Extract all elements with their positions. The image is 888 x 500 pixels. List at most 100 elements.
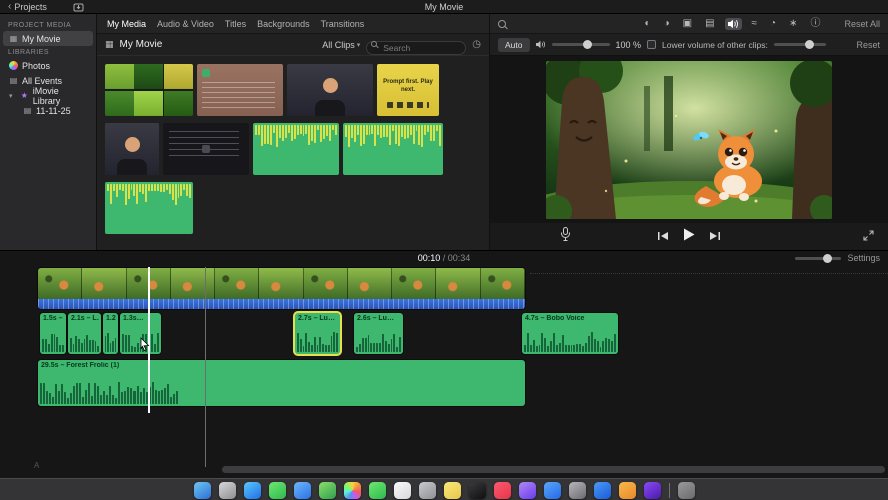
color-balance-icon[interactable]: ◐: [642, 18, 654, 30]
next-frame-button[interactable]: [709, 228, 721, 246]
media-tabs: My Media Audio & Video Titles Backgrounds Tr…: [97, 14, 489, 34]
volume-icon[interactable]: [724, 17, 742, 30]
filmstrip: [38, 268, 525, 299]
dock-calendar-icon[interactable]: [393, 481, 411, 499]
volume-value: 100 %: [615, 39, 642, 50]
tab-transitions[interactable]: Transitions: [321, 19, 365, 29]
dock-photos-icon[interactable]: [343, 481, 361, 499]
media-grid: Prompt first. Play next.: [97, 56, 489, 250]
video-clip[interactable]: [38, 268, 525, 309]
clip-filter-icon[interactable]: ∗: [786, 18, 800, 30]
dock-messages-icon[interactable]: [268, 481, 286, 499]
media-thumb-person[interactable]: [105, 123, 159, 175]
transport-controls: [490, 223, 888, 250]
audio-clip-label: 2.7s – Lu…: [298, 315, 335, 322]
dock-maps-icon[interactable]: [318, 481, 336, 499]
dock-tv-icon[interactable]: [468, 481, 486, 499]
back-to-projects-button[interactable]: ‹ Projects: [8, 1, 47, 12]
dock-keynote-icon[interactable]: [593, 481, 611, 499]
lower-volume-slider[interactable]: [773, 40, 826, 49]
media-thumb-audio[interactable]: [105, 182, 193, 234]
tab-backgrounds[interactable]: Backgrounds: [257, 19, 310, 29]
media-thumb-person[interactable]: [287, 64, 373, 116]
color-correction-icon[interactable]: ◑: [661, 18, 673, 30]
audio-clip[interactable]: 1.5s –: [40, 313, 66, 354]
dock-contacts-icon[interactable]: [418, 481, 436, 499]
dock-launchpad-icon[interactable]: [218, 481, 236, 499]
media-thumb-terminal[interactable]: [163, 123, 249, 175]
lower-volume-checkbox[interactable]: [647, 40, 657, 49]
sidebar-item-my-movie[interactable]: ▦ My Movie: [3, 31, 93, 46]
dock-facetime-icon[interactable]: [368, 481, 386, 499]
media-thumb-promo[interactable]: Prompt first. Play next.: [377, 64, 439, 116]
audio-clip[interactable]: 2.1s – L…: [68, 313, 101, 354]
disclosure-chevron-icon[interactable]: ▾: [9, 92, 16, 100]
sidebar-item-imovie-library[interactable]: ▾ ★ iMovie Library: [3, 85, 93, 106]
audio-clip[interactable]: 2.7s – Lu…: [295, 313, 340, 354]
adjust-toolbar: ◐ ◑ ▣ ▤ ≈ ◔ ∗ ⓘ Reset All: [490, 14, 888, 34]
back-label: Projects: [14, 1, 47, 12]
grid-view-icon[interactable]: ▦: [105, 39, 114, 50]
tab-my-media[interactable]: My Media: [107, 19, 146, 29]
zoom-icon[interactable]: [498, 19, 506, 28]
preview-image: [546, 60, 832, 219]
skimmer-line: [205, 267, 206, 467]
noise-reduction-icon[interactable]: ≈: [749, 18, 761, 30]
mouse-cursor: [140, 337, 150, 356]
search-input[interactable]: [366, 40, 467, 55]
browser-header: ▦ My Movie All Clips ▾ ◷: [97, 34, 489, 56]
audio-clip-label: 2.6s – Lu…: [357, 315, 394, 322]
media-browser: My Media Audio & Video Titles Backgrounds Tr…: [97, 14, 490, 250]
play-button[interactable]: [683, 228, 695, 246]
media-thumb-audio[interactable]: [253, 123, 339, 175]
dock-finder-icon[interactable]: [193, 481, 211, 499]
dock-safari-icon[interactable]: [243, 481, 261, 499]
dock-settings-icon[interactable]: [568, 481, 586, 499]
crop-icon[interactable]: ▣: [680, 18, 695, 30]
media-thumb-audio[interactable]: [343, 123, 443, 175]
dock: [0, 478, 888, 500]
dock-podcasts-icon[interactable]: [518, 481, 536, 499]
reset-button[interactable]: Reset: [856, 40, 880, 50]
import-media-icon[interactable]: [73, 2, 84, 12]
dock-mail-icon[interactable]: [293, 481, 311, 499]
previous-frame-button[interactable]: [657, 228, 669, 246]
dock-music-icon[interactable]: [493, 481, 511, 499]
volume-slider[interactable]: [551, 40, 610, 49]
search-box: [366, 38, 467, 55]
speed-icon[interactable]: ◔: [767, 18, 779, 30]
sidebar-item-photos[interactable]: Photos: [3, 58, 93, 73]
dock-imovie-icon[interactable]: [643, 481, 661, 499]
music-clip-label: 29.5s – Forest Frolic (1): [41, 362, 120, 369]
tab-titles[interactable]: Titles: [225, 19, 246, 29]
media-thumb-collage[interactable]: [105, 64, 193, 116]
audio-clip[interactable]: 2.6s – Lu…: [354, 313, 403, 354]
timeline-scrollbar[interactable]: [222, 466, 885, 473]
dock-separator: [668, 482, 670, 498]
auto-volume-button[interactable]: Auto: [498, 37, 530, 52]
audio-clip-label: 1.5s –: [43, 315, 63, 322]
titlebar: ‹ Projects My Movie: [0, 0, 888, 14]
reset-all-button[interactable]: Reset All: [844, 19, 880, 29]
info-icon[interactable]: ⓘ: [807, 18, 823, 30]
sidebar-item-label: iMovie Library: [32, 85, 61, 106]
dock-app-store-icon[interactable]: [543, 481, 561, 499]
tab-audio-video[interactable]: Audio & Video: [157, 19, 214, 29]
clip-filter-dropdown[interactable]: All Clips ▾: [322, 40, 360, 50]
audio-clip[interactable]: 1.2…: [103, 313, 118, 354]
fullscreen-icon[interactable]: [863, 228, 874, 246]
video-audio-waveform: [38, 299, 525, 309]
timeline-zoom-slider[interactable]: [795, 253, 842, 263]
media-thumb-doc[interactable]: [197, 64, 283, 116]
dock-pages-icon[interactable]: [618, 481, 636, 499]
duration-toggle-icon[interactable]: ◷: [472, 39, 481, 50]
chevron-left-icon: ‹: [8, 1, 12, 12]
stabilization-icon[interactable]: ▤: [702, 18, 717, 30]
sidebar: PROJECT MEDIA ▦ My Movie LIBRARIES Photo…: [0, 14, 97, 250]
chevron-down-icon: ▾: [356, 41, 361, 49]
dock-trash-icon[interactable]: [677, 481, 695, 499]
filmstrip-frame: [392, 268, 437, 299]
music-clip[interactable]: 29.5s – Forest Frolic (1): [38, 360, 525, 406]
audio-clip[interactable]: 4.7s – Bobo Voice: [522, 313, 618, 354]
dock-notes-icon[interactable]: [443, 481, 461, 499]
